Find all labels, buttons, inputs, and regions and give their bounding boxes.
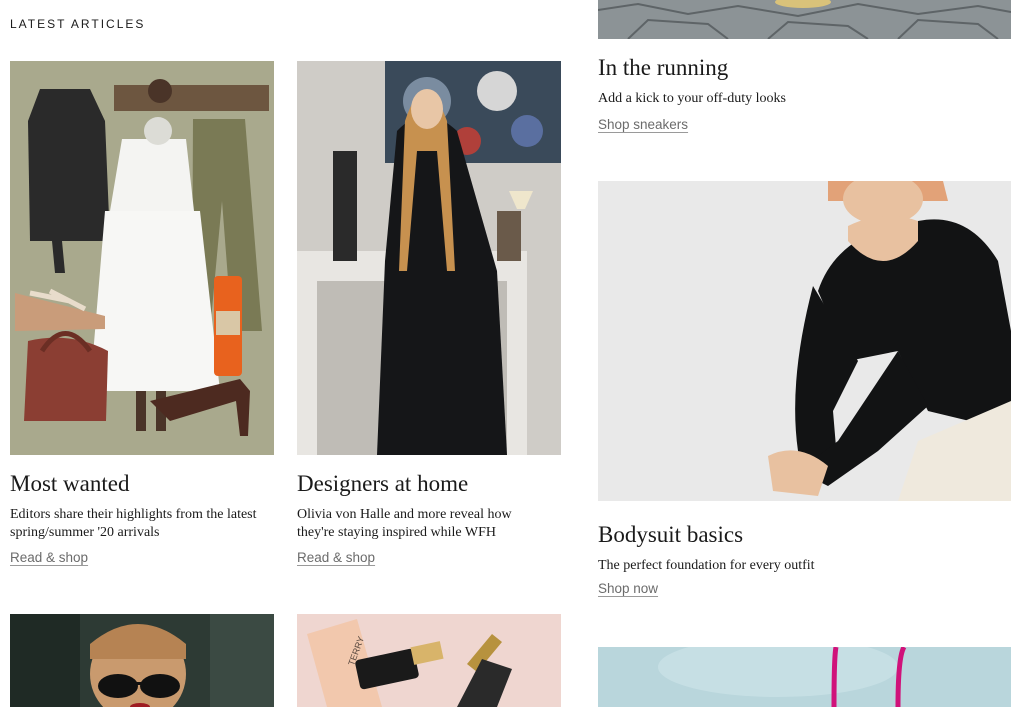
in-the-running-image[interactable] [598, 0, 1011, 39]
article-description: Olivia von Halle and more reveal how the… [297, 507, 512, 540]
most-wanted-image[interactable] [10, 61, 274, 455]
article-title[interactable]: Bodysuit basics [598, 522, 743, 548]
article-description: Add a kick to your off-duty looks [598, 91, 786, 106]
shop-now-link[interactable]: Shop now [598, 581, 658, 596]
article-card-accessory[interactable] [598, 647, 1011, 707]
article-card-sunglasses[interactable] [10, 614, 274, 707]
read-shop-link[interactable]: Read & shop [297, 550, 375, 565]
article-title[interactable]: Designers at home [297, 471, 468, 497]
article-title[interactable]: In the running [598, 55, 728, 81]
article-description: The perfect foundation for every outfit [598, 558, 815, 573]
shop-sneakers-link[interactable]: Shop sneakers [598, 117, 688, 132]
article-title[interactable]: Most wanted [10, 471, 129, 497]
article-card-serum[interactable]: TERRY [297, 614, 561, 707]
read-shop-link[interactable]: Read & shop [10, 550, 88, 565]
article-description: Editors share their highlights from the … [10, 507, 257, 540]
designers-at-home-image[interactable] [297, 61, 561, 455]
bodysuit-basics-image[interactable] [598, 181, 1011, 501]
section-label: LATEST ARTICLES [10, 17, 146, 31]
